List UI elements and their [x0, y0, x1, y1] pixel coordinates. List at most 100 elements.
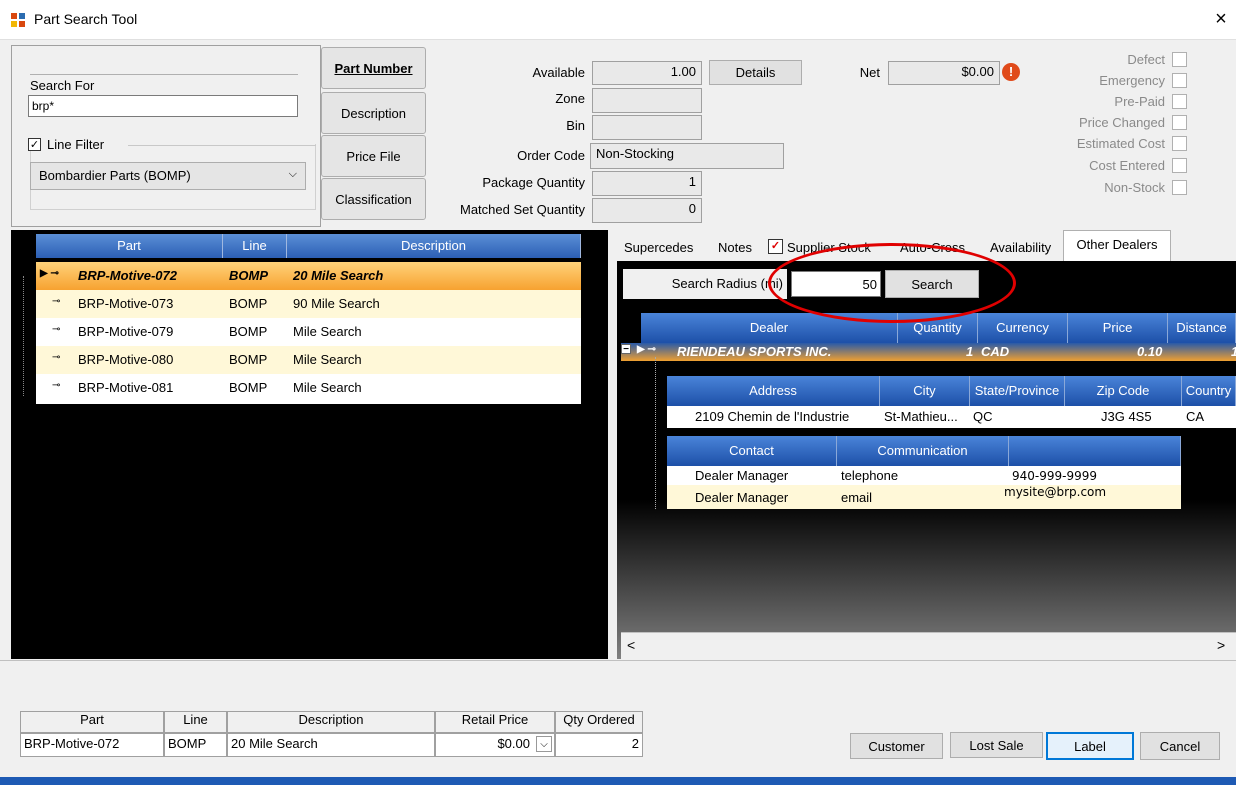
net-value: $0.00 [888, 61, 1000, 85]
tab-supercedes[interactable]: Supercedes [624, 240, 693, 255]
contact-type: telephone [841, 468, 899, 483]
flag-cost-entered-checkbox[interactable] [1172, 158, 1187, 173]
flag-emergency-label: Emergency [1099, 73, 1165, 88]
table-row[interactable]: ▶ ⊸ BRP-Motive-072 BOMP 20 Mile Search [36, 262, 581, 290]
contact-header-communication[interactable]: Communication [837, 436, 1009, 466]
contact-name: Dealer Manager [695, 490, 789, 505]
label-button[interactable]: Label [1046, 732, 1134, 760]
grid-header-part[interactable]: Part [36, 234, 223, 258]
matched-set-label: Matched Set Quantity [459, 202, 585, 217]
tree-line [655, 357, 656, 509]
matched-set-value: 0 [592, 198, 702, 223]
address-header-state[interactable]: State/Province [970, 376, 1065, 406]
dealer-header-price[interactable]: Price [1068, 313, 1168, 343]
package-quantity-label: Package Quantity [482, 175, 585, 190]
window-title: Part Search Tool [34, 11, 138, 27]
contact-row[interactable]: Dealer Manager email mysite@brp.com [667, 485, 1181, 509]
contact-row[interactable]: Dealer Manager telephone 940-999-9999 [667, 466, 1181, 485]
row-pin-icon: ⊸ [52, 352, 61, 363]
flag-emergency-checkbox[interactable] [1172, 73, 1187, 88]
flag-defect-checkbox[interactable] [1172, 52, 1187, 67]
dealer-row[interactable]: − ▶ ⊸ RIENDEAU SPORTS INC. 1 CAD 0.10 1 [621, 343, 1236, 361]
price-file-button[interactable]: Price File [321, 135, 426, 177]
table-row[interactable]: ⊸ BRP-Motive-079 BOMP Mile Search [36, 318, 581, 346]
dealer-header-distance[interactable]: Distance [1168, 313, 1236, 343]
row-line: BOMP [229, 324, 268, 339]
order-part: BRP-Motive-072 [20, 733, 164, 757]
address-header-country[interactable]: Country [1182, 376, 1236, 406]
address-header-address[interactable]: Address [667, 376, 880, 406]
line-filter-row: ✓ Line Filter [28, 137, 318, 155]
flag-prepaid-checkbox[interactable] [1172, 94, 1187, 109]
line-filter-divider [128, 145, 316, 146]
chevron-down-icon: ⌵ [288, 168, 297, 180]
row-pin-icon: ⊸ [52, 380, 61, 391]
close-icon[interactable]: × [1210, 7, 1232, 31]
available-label: Available [532, 65, 585, 80]
package-quantity-value: 1 [592, 171, 702, 196]
part-number-label: Part Number [334, 60, 413, 76]
classification-label: Classification [335, 191, 412, 207]
zone-label: Zone [555, 91, 585, 106]
row-description: Mile Search [293, 380, 362, 395]
order-retail-price[interactable]: $0.00 ⌵ [435, 733, 555, 757]
cancel-button[interactable]: Cancel [1140, 732, 1220, 760]
order-header-part: Part [20, 711, 164, 733]
row-description: Mile Search [293, 352, 362, 367]
contact-header-value[interactable] [1009, 436, 1181, 466]
table-row[interactable]: ⊸ BRP-Motive-081 BOMP Mile Search [36, 374, 581, 404]
line-filter-select[interactable]: Bombardier Parts (BOMP) ⌵ [30, 162, 306, 190]
chevron-down-icon[interactable]: ⌵ [536, 736, 552, 752]
address-header-zip[interactable]: Zip Code [1065, 376, 1182, 406]
address-zip: J3G 4S5 [1101, 409, 1152, 424]
table-row[interactable]: ⊸ BRP-Motive-073 BOMP 90 Mile Search [36, 290, 581, 318]
contact-name: Dealer Manager [695, 468, 789, 483]
order-code-label: Order Code [517, 148, 585, 163]
flag-defect-label: Defect [1127, 52, 1165, 67]
dealer-name: RIENDEAU SPORTS INC. [677, 344, 832, 359]
line-filter-checkbox[interactable]: ✓ [28, 138, 41, 151]
row-part: BRP-Motive-073 [78, 296, 174, 311]
tab-notes[interactable]: Notes [718, 240, 752, 255]
scroll-left-icon[interactable]: < [627, 637, 635, 653]
parts-grid: Part Line Description ▶ ⊸ BRP-Motive-072… [11, 230, 608, 659]
order-header-description: Description [227, 711, 435, 733]
order-qty-input[interactable]: 2 [555, 733, 643, 757]
customer-button[interactable]: Customer [850, 733, 943, 759]
part-number-button[interactable]: Part Number [321, 47, 426, 89]
description-button[interactable]: Description [321, 92, 426, 134]
search-radius-label: Search Radius (mi) [623, 269, 787, 299]
order-code-value: Non-Stocking [590, 143, 784, 169]
row-part: BRP-Motive-081 [78, 380, 174, 395]
flag-estimated-cost-checkbox[interactable] [1172, 136, 1187, 151]
grid-header-line[interactable]: Line [223, 234, 287, 258]
classification-button[interactable]: Classification [321, 178, 426, 220]
order-header-retail-price: Retail Price [435, 711, 555, 733]
tab-availability[interactable]: Availability [990, 240, 1051, 255]
dealer-quantity: 1 [966, 344, 974, 359]
contact-header-contact[interactable]: Contact [667, 436, 837, 466]
flag-price-changed-label: Price Changed [1079, 115, 1165, 130]
order-price-value: $0.00 [497, 736, 530, 751]
table-row[interactable]: ⊸ BRP-Motive-080 BOMP Mile Search [36, 346, 581, 374]
address-row[interactable]: 2109 Chemin de l'Industrie St-Mathieu...… [667, 406, 1236, 428]
grid-header-description[interactable]: Description [287, 234, 581, 258]
order-description: 20 Mile Search [227, 733, 435, 757]
flag-non-stock-checkbox[interactable] [1172, 180, 1187, 195]
flag-price-changed-checkbox[interactable] [1172, 115, 1187, 130]
title-bar: Part Search Tool × [0, 0, 1236, 40]
lost-sale-button[interactable]: Lost Sale [950, 732, 1043, 758]
details-button[interactable]: Details [709, 60, 802, 85]
row-description: Mile Search [293, 324, 362, 339]
horizontal-scrollbar[interactable]: < > [621, 632, 1236, 659]
collapse-icon[interactable]: − [621, 344, 631, 355]
row-selector-icon: ▶ ⊸ [40, 268, 59, 279]
supplier-stock-checkbox[interactable]: ✓ [768, 239, 783, 254]
row-line: BOMP [229, 268, 268, 283]
address-header-city[interactable]: City [880, 376, 970, 406]
search-input[interactable] [28, 95, 298, 117]
dealer-header-currency[interactable]: Currency [978, 313, 1068, 343]
scroll-right-icon[interactable]: > [1217, 637, 1225, 653]
tab-other-dealers[interactable]: Other Dealers [1063, 230, 1171, 261]
bin-label: Bin [566, 118, 585, 133]
